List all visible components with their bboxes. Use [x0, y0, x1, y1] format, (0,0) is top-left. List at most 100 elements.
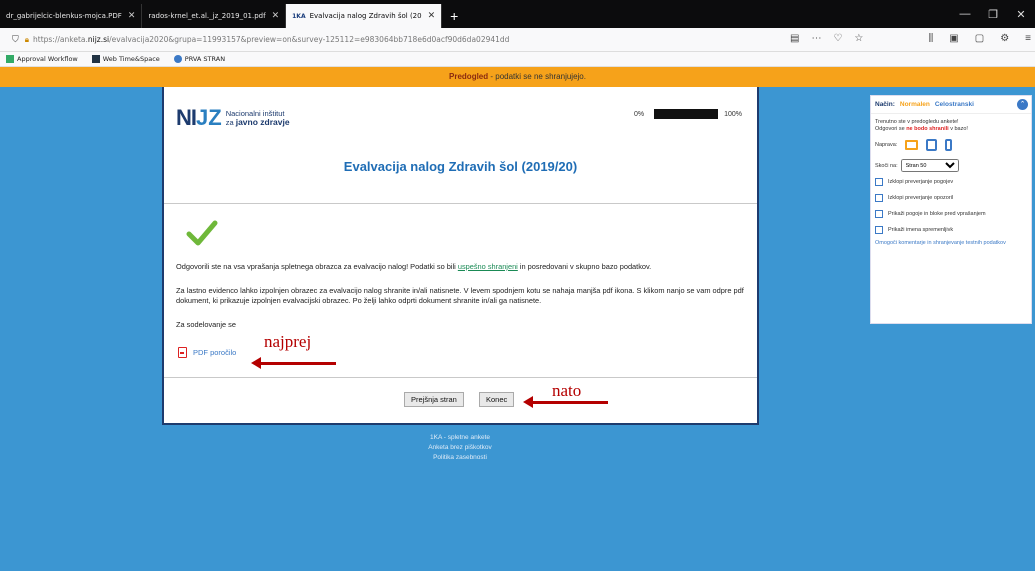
close-icon[interactable]: ✕	[428, 11, 436, 21]
more-icon[interactable]: ⋯	[811, 33, 821, 44]
nijz-logo: NI JZ Nacionalni inštitut za javno zdravje	[176, 105, 290, 131]
checkbox[interactable]	[875, 226, 883, 234]
preview-label: Predogled	[449, 72, 489, 81]
completion-message: Odgovorili ste na vsa vprašanja spletneg…	[176, 262, 756, 272]
collapse-icon[interactable]: ⌃	[1017, 99, 1028, 110]
url-field[interactable]: ⛉ 🔒︎ https://anketa. nijz.si/evalvacija20…	[8, 31, 878, 49]
pdf-instructions: Za lastno evidenco lahko izpolnjen obraz…	[176, 286, 744, 305]
preview-settings-panel: Način: Normalen Celostranski ⌃ Trenutno …	[870, 95, 1032, 324]
page-content: Predogled - podatki se ne shranjujejo. N…	[0, 67, 1035, 571]
pdf-icon[interactable]	[178, 347, 187, 358]
tab-label: dr_gabrijelcic-blenkus-mojca.PDF	[6, 12, 122, 20]
preview-notice-line-2: Odgovori se ne bodo shranili v bazo!	[875, 126, 1027, 133]
pdf-report-label[interactable]: PDF poročilo	[193, 348, 236, 357]
lock-warning-icon[interactable]: 🔒︎	[25, 35, 29, 45]
tab-label: rados-krnel_et.al._jz_2019_01.pdf	[148, 12, 266, 20]
reader-view-icon[interactable]: ▤	[790, 33, 799, 44]
bookmark-web-time-space[interactable]: Web Time&Space	[91, 55, 160, 63]
extension-icon[interactable]: ⚙	[1000, 33, 1009, 44]
annotation-arrow-icon	[251, 357, 336, 369]
progress-start-label: 0%	[634, 110, 645, 118]
saved-link[interactable]: uspešno shranjeni	[458, 262, 518, 271]
previous-page-button[interactable]: Prejšnja stran	[404, 392, 464, 407]
preview-notice: Trenutno ste v predogledu ankete! Odgovo…	[871, 114, 1031, 133]
maximize-icon[interactable]: ❐	[979, 8, 1007, 21]
url-scheme: https://anketa.	[33, 35, 88, 44]
preview-notice-line-1: Trenutno ste v predogledu ankete!	[875, 119, 959, 125]
bookmark-prva-stran[interactable]: PRVA STRAN	[173, 55, 226, 63]
pocket-icon[interactable]: ♡	[833, 33, 842, 44]
checkbox[interactable]	[875, 194, 883, 202]
bookmark-approval-workflow[interactable]: Approval Workflow	[6, 55, 78, 63]
bookmark-label: PRVA STRAN	[184, 55, 226, 63]
shield-icon[interactable]: ⛉	[12, 35, 19, 45]
thanks-text: Za sodelovanje se	[176, 320, 236, 329]
survey-title: Evalvacija nalog Zdravih šol (2019/20)	[343, 159, 578, 174]
logo-text: Nacionalni inštitut za javno zdravje	[226, 109, 290, 127]
mode-switcher: Način: Normalen Celostranski ⌃	[871, 96, 1031, 114]
progress-indicator: 0% 100%	[634, 109, 742, 119]
url-host: nijz.si	[87, 35, 110, 44]
survey-card: NI JZ Nacionalni inštitut za javno zdravje…	[162, 87, 759, 425]
jump-label: Skoči na:	[875, 162, 898, 169]
browser-tab-bar: dr_gabrijelcic-blenkus-mojca.PDF ✕ rados-…	[0, 0, 1035, 28]
logo-letters: NI	[176, 105, 197, 130]
new-tab-button[interactable]: +	[442, 4, 466, 28]
browser-tab-1[interactable]: dr_gabrijelcic-blenkus-mojca.PDF ✕	[0, 4, 143, 28]
footer-link-cookies[interactable]: Anketa brez piškotkov	[0, 443, 920, 453]
bookmark-star-icon[interactable]: ☆	[854, 33, 863, 44]
favicon-icon: 1KA	[292, 12, 306, 20]
checkmark-icon	[186, 220, 218, 246]
bookmark-label: Approval Workflow	[17, 55, 78, 63]
finish-button[interactable]: Konec	[479, 392, 515, 407]
close-window-icon[interactable]: ✕	[1007, 8, 1035, 21]
option-label: Prikaži pogoje in bloke pred vprašanjem	[888, 211, 986, 217]
bookmark-icon	[91, 55, 100, 63]
preview-text: - podatki se ne shranjujejo.	[488, 72, 586, 81]
browser-tab-active[interactable]: 1KA Evalvacija nalog Zdravih šol (20 ✕	[286, 4, 443, 28]
device-label: Naprava:	[875, 142, 898, 148]
logo-line-2-bold: javno zdravje	[235, 117, 290, 127]
notice-text-end: v bazo!	[948, 126, 968, 132]
logo-letters-accent: JZ	[196, 105, 222, 130]
checkbox[interactable]	[875, 178, 883, 186]
option-show-conditions[interactable]: Prikaži pogoje in bloke pred vprašanjem	[871, 204, 1031, 220]
tablet-icon[interactable]	[926, 139, 938, 151]
option-label: Izklopi preverjanje opozoril	[888, 195, 954, 201]
navigation-bar: ⛉ 🔒︎ https://anketa. nijz.si/evalvacija20…	[0, 28, 1035, 52]
device-selector: Naprava:	[871, 133, 1031, 151]
library-icon[interactable]: ⫼	[929, 33, 934, 44]
close-icon[interactable]: ✕	[272, 11, 280, 21]
sidebar-icon[interactable]: ▣	[949, 33, 958, 44]
jump-to-page: Skoči na: Stran 50	[871, 151, 1031, 172]
browser-tab-2[interactable]: rados-krnel_et.al._jz_2019_01.pdf ✕	[142, 4, 287, 28]
option-show-variable-names[interactable]: Prikaži imena spremenljivk	[871, 220, 1031, 236]
window-controls: — ❐ ✕	[951, 0, 1035, 28]
mode-fullpage-option[interactable]: Celostranski	[935, 101, 974, 108]
footer-link-1ka[interactable]: 1KA - spletne ankete	[0, 433, 920, 443]
footer-link-privacy[interactable]: Politika zasebnosti	[0, 453, 920, 463]
option-disable-conditions[interactable]: Izklopi preverjanje pogojev	[871, 172, 1031, 188]
bookmark-icon	[6, 55, 14, 63]
menu-icon[interactable]: ≡	[1025, 33, 1031, 44]
close-icon[interactable]: ✕	[128, 11, 136, 21]
annotation-first: najprej	[262, 332, 314, 352]
notice-warning: ne bodo shranili	[906, 126, 949, 132]
option-disable-warnings[interactable]: Izklopi preverjanje opozoril	[871, 188, 1031, 204]
jump-page-select[interactable]: Stran 50	[900, 159, 959, 172]
enable-comments-link[interactable]: Omogoči komentarje in shranjevanje testn…	[871, 236, 1031, 251]
minimize-icon[interactable]: —	[951, 8, 979, 20]
divider	[164, 203, 757, 204]
logo-line-2-prefix: za	[225, 118, 236, 127]
screenshot-icon[interactable]: ▢	[975, 33, 984, 44]
desktop-icon[interactable]	[905, 140, 919, 150]
tab-label: Evalvacija nalog Zdravih šol (20	[309, 12, 422, 20]
pdf-report-link[interactable]: PDF poročilo	[178, 347, 236, 358]
option-label: Prikaži imena spremenljivk	[888, 227, 954, 233]
mobile-icon[interactable]	[945, 139, 953, 151]
annotation-arrow-icon	[523, 396, 608, 408]
checkbox[interactable]	[875, 210, 883, 218]
bookmarks-bar: Approval Workflow Web Time&Space PRVA ST…	[0, 52, 1035, 67]
bookmark-label: Web Time&Space	[102, 55, 160, 63]
mode-normal-option[interactable]: Normalen	[900, 101, 930, 108]
